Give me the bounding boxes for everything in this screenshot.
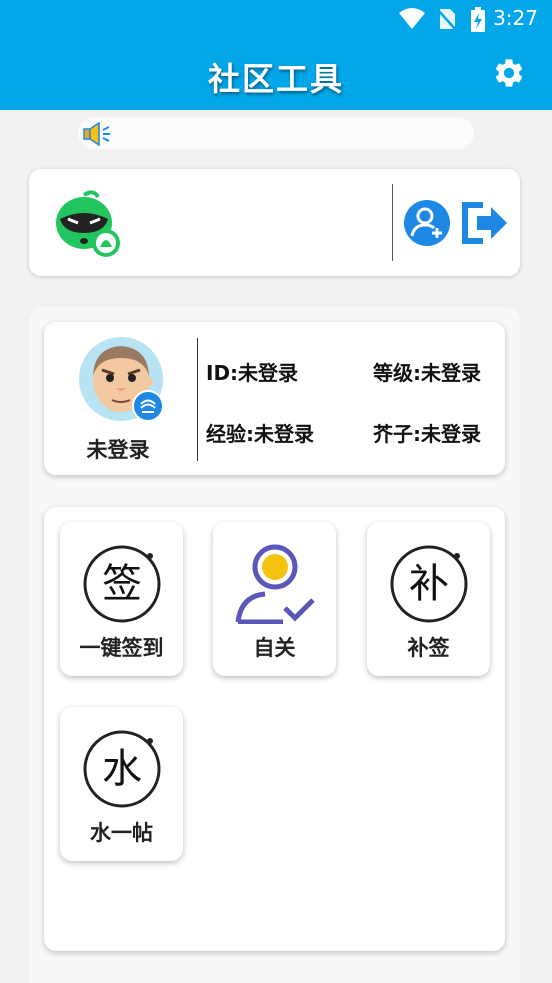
- account-card: [29, 169, 520, 276]
- wifi-icon: [399, 8, 425, 29]
- sign-in-icon: 签: [83, 545, 161, 623]
- tool-label: 自关: [253, 636, 296, 660]
- tool-label: 补签: [407, 636, 450, 660]
- svg-text:补: 补: [409, 561, 449, 607]
- gear-icon[interactable]: [492, 56, 526, 90]
- battery-charging-icon: [471, 7, 485, 32]
- tool-sign-in[interactable]: 签 一键签到: [60, 522, 183, 676]
- speaker-icon: [83, 122, 110, 146]
- svg-text:水: 水: [102, 746, 142, 792]
- logout-icon[interactable]: [461, 201, 509, 245]
- user-check-icon: [235, 544, 315, 624]
- add-user-icon[interactable]: [403, 199, 451, 247]
- tool-label: 水一帖: [90, 821, 153, 845]
- clock: 3:27: [493, 6, 538, 30]
- status-bar: 3:27: [0, 0, 552, 38]
- profile-divider: [197, 338, 198, 461]
- user-level: 等级:未登录: [373, 361, 481, 385]
- vertical-divider: [392, 184, 393, 261]
- makeup-sign-icon: 补: [390, 545, 468, 623]
- verified-badge: [132, 390, 164, 422]
- badge-icon: [140, 399, 156, 413]
- svg-text:签: 签: [102, 561, 142, 607]
- water-post-icon: 水: [83, 730, 161, 808]
- community-logo-icon: [56, 190, 120, 257]
- no-sim-icon: [437, 9, 457, 31]
- page-title: 社区工具: [207, 60, 344, 98]
- app-bar: 社区工具: [0, 38, 552, 110]
- profile-card: 未登录 ID:未登录 等级:未登录 经验:未登录 芥子:未登录: [44, 322, 505, 475]
- user-mustard: 芥子:未登录: [373, 422, 481, 446]
- tool-makeup-sign[interactable]: 补 补签: [367, 522, 490, 676]
- tool-label: 一键签到: [79, 636, 164, 660]
- tool-water-post[interactable]: 水 水一帖: [60, 707, 183, 861]
- user-exp: 经验:未登录: [206, 422, 314, 446]
- notice-bar: [78, 117, 474, 149]
- user-id: ID:未登录: [206, 361, 299, 385]
- username: 未登录: [86, 438, 150, 462]
- tool-follow[interactable]: 自关: [213, 522, 336, 676]
